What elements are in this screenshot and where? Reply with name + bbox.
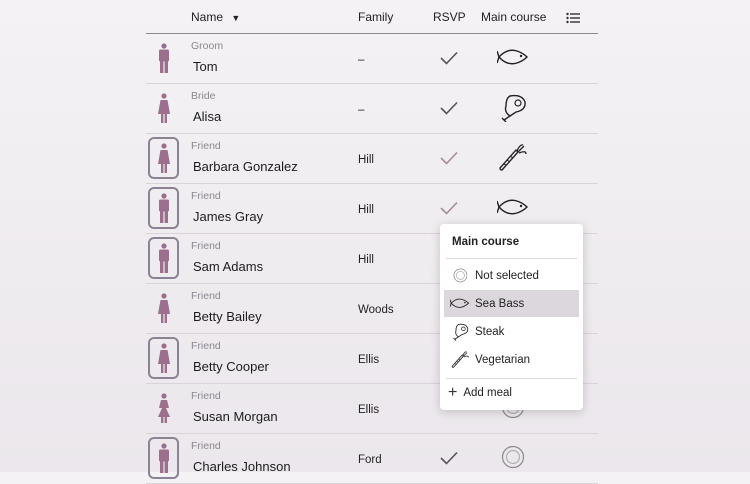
dropdown-title: Main course [452, 236, 520, 248]
male-person-icon [148, 187, 179, 229]
guest-family: Ellis [358, 404, 380, 416]
female-person-icon [148, 337, 179, 379]
family-column-header[interactable]: Family [358, 10, 393, 24]
guest-name: Alisa [193, 109, 222, 124]
name-column-label: Name [191, 10, 224, 24]
column-menu-icon[interactable] [566, 11, 580, 29]
female-person-icon [148, 387, 179, 429]
main-course-dropdown: Main course Not selected Sea Bass Steak Veg… [440, 224, 583, 410]
guest-family: Ford [358, 454, 382, 466]
male-person-icon [148, 437, 179, 479]
table-header: Name ▼ Family RSVP Main course [146, 0, 598, 34]
guest-family: – [358, 54, 365, 66]
divider [446, 258, 577, 259]
dropdown-option[interactable]: Sea Bass [444, 290, 579, 317]
guest-role: Friend [191, 240, 221, 252]
add-meal-button[interactable]: + Add meal [448, 385, 512, 401]
guest-role: Friend [191, 340, 221, 352]
guest-name: Betty Cooper [193, 359, 269, 374]
guest-name: Tom [193, 59, 218, 74]
guest-family: Woods [358, 304, 394, 316]
plus-icon: + [448, 384, 458, 401]
not-selected-icon[interactable] [496, 440, 530, 474]
name-column-header[interactable]: Name ▼ [191, 10, 240, 24]
rsvp-check-icon[interactable] [439, 100, 459, 121]
guest-family: Hill [358, 254, 374, 266]
dropdown-option-label: Sea Bass [475, 297, 525, 310]
guest-family: Hill [358, 204, 374, 216]
rsvp-check-icon[interactable] [439, 50, 459, 71]
guest-role: Friend [191, 440, 221, 452]
rsvp-check-icon[interactable] [439, 150, 459, 171]
divider [446, 378, 577, 379]
guest-name: Sam Adams [193, 259, 264, 274]
table-row[interactable]: Friend Barbara Gonzalez Hill [146, 134, 598, 184]
guest-name: Susan Morgan [193, 409, 278, 424]
carrot-icon[interactable] [496, 140, 530, 174]
male-person-icon [148, 237, 179, 279]
female-person-icon [148, 287, 179, 329]
steak-icon[interactable] [496, 90, 530, 124]
rsvp-column-header[interactable]: RSVP [433, 10, 466, 24]
guest-family: Ellis [358, 354, 380, 366]
dropdown-option[interactable]: Not selected [444, 262, 579, 289]
table-row[interactable]: Friend Charles Johnson Ford [146, 434, 598, 484]
male-person-icon [148, 37, 179, 79]
guest-name: Betty Bailey [193, 309, 262, 324]
main-course-column-header[interactable]: Main course [481, 10, 546, 24]
rsvp-check-icon[interactable] [439, 200, 459, 221]
dropdown-option[interactable]: Vegetarian [444, 346, 579, 373]
fish-icon [449, 297, 471, 309]
guest-name: Barbara Gonzalez [193, 159, 298, 174]
dropdown-option-label: Vegetarian [475, 353, 530, 366]
guest-role: Friend [191, 140, 221, 152]
guest-role: Friend [191, 290, 221, 302]
steak-icon [449, 322, 471, 341]
carrot-icon [449, 350, 471, 369]
guest-role: Friend [191, 190, 221, 202]
table-row[interactable]: Bride Alisa – [146, 84, 598, 134]
guest-role: Groom [191, 40, 224, 52]
fish-icon[interactable] [496, 40, 530, 74]
guest-family: Hill [358, 154, 374, 166]
female-person-icon [148, 87, 179, 129]
female-person-icon [148, 137, 179, 179]
dropdown-option[interactable]: Steak [444, 318, 579, 345]
guest-name: James Gray [193, 209, 264, 224]
not-selected-icon [449, 268, 471, 283]
rsvp-check-icon[interactable] [439, 450, 459, 471]
guest-role: Friend [191, 390, 221, 402]
dropdown-option-label: Steak [475, 325, 505, 338]
sort-desc-icon[interactable]: ▼ [231, 13, 240, 23]
fish-icon[interactable] [496, 190, 530, 224]
dropdown-option-label: Not selected [475, 269, 539, 282]
guest-role: Bride [191, 90, 216, 102]
table-row[interactable]: Groom Tom – [146, 34, 598, 84]
guest-family: – [358, 104, 365, 116]
add-meal-label: Add meal [463, 387, 512, 399]
